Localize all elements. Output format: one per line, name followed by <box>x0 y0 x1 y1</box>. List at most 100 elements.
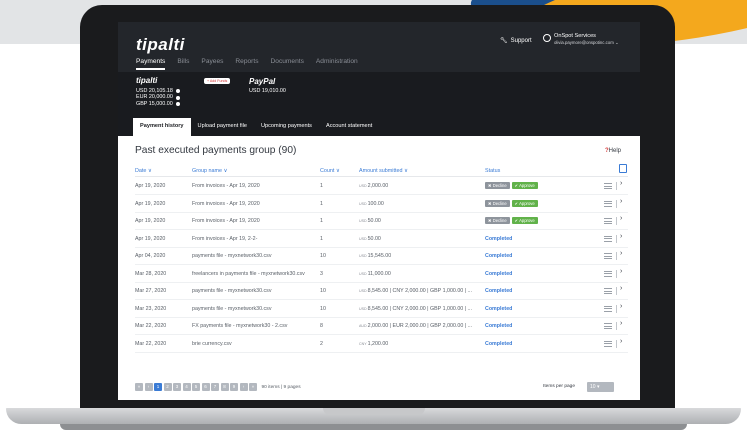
table-row[interactable]: Mar 22, 2020 FX payments file - myxnetwor… <box>135 318 628 335</box>
account-menu[interactable]: OnSpot Services olivia.paymore@onspotinc… <box>543 33 619 46</box>
x-icon: ✖ <box>488 218 492 223</box>
sort-icon: ∨ <box>223 168 228 174</box>
cell-group-name: freelancers in payments file - myxnetwor… <box>192 270 305 277</box>
divider <box>616 287 617 295</box>
tab-upload-payment-file[interactable]: Upload payment file <box>191 118 254 136</box>
table-row[interactable]: Apr 19, 2020 From invoices - Apr 19, 2020… <box>135 178 628 195</box>
page-9[interactable]: 9 <box>230 383 238 391</box>
chevron-right-icon[interactable]: › <box>620 285 622 292</box>
nav-reports[interactable]: Reports <box>235 58 258 70</box>
first-page-button[interactable]: « <box>135 383 143 391</box>
dot-icon <box>175 102 180 107</box>
cell-status: Completed <box>485 323 512 329</box>
divider <box>616 199 617 208</box>
page-7[interactable]: 7 <box>211 383 219 391</box>
page-3[interactable]: 3 <box>173 383 181 391</box>
nav-payments[interactable]: Payments <box>136 58 166 70</box>
support-link[interactable]: 🔧︎ Support <box>500 37 532 45</box>
page-6[interactable]: 6 <box>201 383 210 391</box>
chevron-right-icon[interactable]: › <box>620 303 622 310</box>
page-4[interactable]: 4 <box>182 383 191 391</box>
decline-button[interactable]: ✖ Decline <box>485 217 510 224</box>
cell-amount: USD50.00 <box>359 236 381 242</box>
table-row[interactable]: Apr 19, 2020 From invoices - Apr 19, 2020… <box>135 196 628 213</box>
wrench-icon: 🔧︎ <box>500 38 508 44</box>
menu-icon[interactable] <box>604 183 612 189</box>
currency-code: USD <box>359 289 367 293</box>
add-funds-button[interactable]: + Add Funds <box>204 78 231 84</box>
cell-status: Completed <box>485 306 512 312</box>
table-row[interactable]: Mar 23, 2020 payments file - myxnetwork30… <box>135 301 628 318</box>
cell-amount: CNY1,200.00 <box>359 341 388 347</box>
check-icon: ✔ <box>514 183 519 188</box>
table-row[interactable]: Apr 19, 2020 From invoices - Apr 19, 2-2-… <box>135 231 628 248</box>
cell-group-name: brie currency.csv <box>192 340 232 347</box>
cell-count: 3 <box>320 270 323 277</box>
cell-count: 1 <box>320 183 323 189</box>
tab-upcoming-payments[interactable]: Upcoming payments <box>254 118 319 136</box>
page-5[interactable]: 5 <box>192 383 200 391</box>
page-2[interactable]: 2 <box>163 383 172 391</box>
support-label: Support <box>510 37 532 44</box>
x-icon: ✖ <box>488 200 492 206</box>
menu-icon[interactable] <box>604 200 612 207</box>
currency-code: AUD <box>359 324 367 328</box>
prev-page-button[interactable]: ‹ <box>144 383 153 391</box>
menu-icon[interactable] <box>604 218 612 224</box>
header-group-name[interactable]: Group name ∨ <box>192 168 227 174</box>
decline-button[interactable]: ✖ Decline <box>485 182 510 189</box>
table-row[interactable]: Mar 28, 2020 freelancers in payments file… <box>135 266 628 283</box>
chevron-right-icon[interactable]: › <box>620 320 622 327</box>
menu-icon[interactable] <box>604 235 612 242</box>
chevron-right-icon[interactable]: › <box>620 338 622 345</box>
last-page-button[interactable]: » <box>249 383 257 391</box>
page-8[interactable]: 8 <box>220 383 229 391</box>
laptop-screen: tipalti Payments Bills Payees Reports Do… <box>118 22 640 400</box>
nav-documents[interactable]: Documents <box>271 58 304 70</box>
page-1[interactable]: 1 <box>154 383 162 391</box>
table-row[interactable]: Mar 27, 2020 payments file - myxnetwork30… <box>135 283 628 300</box>
help-link[interactable]: ?Help <box>605 148 621 154</box>
approve-button[interactable]: ✔ Approve <box>511 199 538 207</box>
approve-button[interactable]: ✔ Approve <box>511 217 538 224</box>
decline-button[interactable]: ✖ Decline <box>485 199 510 207</box>
cell-group-name: From invoices - Apr 19, 2020 <box>192 183 260 189</box>
items-per-page-select[interactable]: 10 ▾ <box>587 382 614 392</box>
chevron-right-icon[interactable]: › <box>620 268 622 275</box>
chevron-right-icon[interactable]: › <box>620 215 622 222</box>
cell-count: 1 <box>320 218 323 224</box>
approve-button[interactable]: ✔ Approve <box>511 182 538 189</box>
chevron-right-icon[interactable]: › <box>620 250 622 257</box>
status-completed: Completed <box>485 340 513 347</box>
nav-payees[interactable]: Payees <box>201 58 223 70</box>
user-icon <box>543 34 551 42</box>
header-date[interactable]: Date ∨ <box>135 168 152 174</box>
tab-payment-history[interactable]: Payment history <box>133 118 191 136</box>
header-status: Status <box>485 168 501 174</box>
table-row[interactable]: Apr 19, 2020 From invoices - Apr 19, 2020… <box>135 213 628 230</box>
chevron-right-icon[interactable]: › <box>620 233 622 240</box>
next-page-button[interactable]: › <box>239 383 248 391</box>
status-completed: Completed <box>485 270 513 277</box>
nav-bills[interactable]: Bills <box>177 58 189 70</box>
tab-account-statement[interactable]: Account statement <box>319 118 379 136</box>
menu-icon[interactable] <box>604 270 612 277</box>
tipalti-logo[interactable]: tipalti <box>136 35 185 55</box>
table-row[interactable]: Apr 04, 2020 payments file - myxnetwork30… <box>135 248 628 265</box>
cell-amount: USD15,545.00 <box>359 253 391 259</box>
table-row[interactable]: Mar 22, 2020 brie currency.csv 2 CNY1,200.0… <box>135 336 628 353</box>
amount-value: 8,545.00 | CNY 2,000.00 | GBP 1,000.00 |… <box>367 305 472 312</box>
page-title: Past executed payments group (90) <box>135 145 297 156</box>
cell-amount: USD2,000.00 <box>359 183 388 189</box>
menu-icon[interactable] <box>604 340 612 347</box>
chevron-right-icon[interactable]: › <box>620 198 622 205</box>
menu-icon[interactable] <box>604 323 612 329</box>
menu-icon[interactable] <box>604 288 612 294</box>
header-amount-submitted[interactable]: Amount submitted ∨ <box>359 168 408 174</box>
menu-icon[interactable] <box>604 305 612 312</box>
nav-administration[interactable]: Administration <box>316 58 358 70</box>
menu-icon[interactable] <box>604 253 612 259</box>
chevron-right-icon[interactable]: › <box>620 180 622 187</box>
header-count[interactable]: Count ∨ <box>320 168 340 174</box>
balance-logo: tipalti <box>136 76 158 85</box>
